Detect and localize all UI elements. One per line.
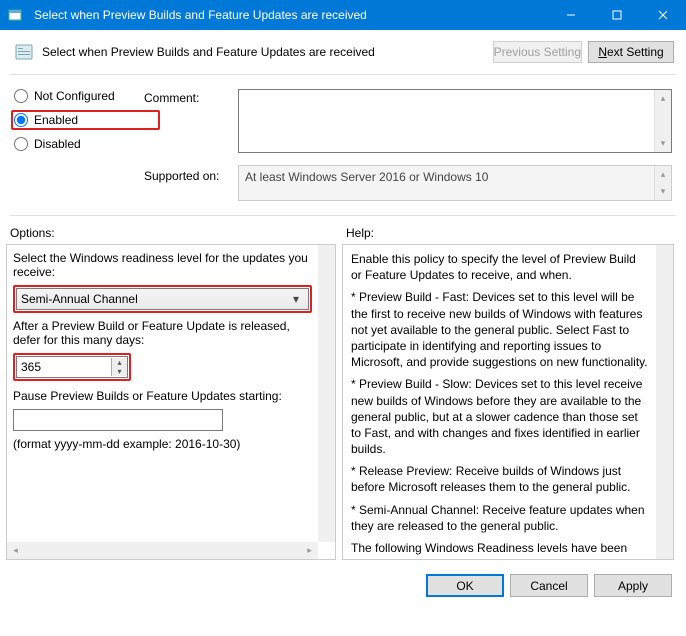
- maximize-button[interactable]: [594, 0, 640, 30]
- radio-disabled-label: Disabled: [34, 137, 81, 151]
- spinner-arrows[interactable]: ▴▾: [111, 358, 127, 376]
- options-panel: Select the Windows readiness level for t…: [6, 244, 336, 560]
- comment-textarea[interactable]: ▴ ▾: [238, 89, 672, 153]
- chevron-down-icon[interactable]: ▾: [112, 367, 127, 376]
- chevron-down-icon: ▾: [288, 292, 304, 306]
- comment-scrollbar[interactable]: ▴ ▾: [654, 90, 671, 152]
- comment-label: Comment:: [144, 83, 234, 153]
- footer: OK Cancel Apply: [0, 564, 686, 607]
- header-title: Select when Preview Builds and Feature U…: [42, 45, 487, 59]
- pause-prompt: Pause Preview Builds or Feature Updates …: [13, 389, 312, 403]
- help-p6: The following Windows Readiness levels h…: [351, 540, 648, 559]
- app-icon: [0, 7, 30, 23]
- help-text: Enable this policy to specify the level …: [343, 245, 656, 559]
- supported-scrollbar: ▴ ▾: [654, 166, 671, 200]
- chevron-right-icon[interactable]: ▸: [301, 542, 318, 559]
- policy-icon: [12, 40, 36, 64]
- help-p4: * Release Preview: Receive builds of Win…: [351, 463, 648, 495]
- options-hscrollbar[interactable]: ◂ ▸: [7, 542, 318, 559]
- cancel-button[interactable]: Cancel: [510, 574, 588, 597]
- help-label: Help:: [342, 224, 674, 244]
- help-panel: Enable this policy to specify the level …: [342, 244, 674, 560]
- radio-disabled-input[interactable]: [14, 137, 28, 151]
- help-p5: * Semi-Annual Channel: Receive feature u…: [351, 502, 648, 534]
- apply-button[interactable]: Apply: [594, 574, 672, 597]
- options-label: Options:: [6, 224, 336, 244]
- supported-text: At least Windows Server 2016 or Windows …: [245, 170, 488, 184]
- radio-enabled-input[interactable]: [14, 113, 28, 127]
- chevron-left-icon[interactable]: ◂: [7, 542, 24, 559]
- radio-enabled[interactable]: Enabled: [14, 113, 134, 127]
- help-p3: * Preview Build - Slow: Devices set to t…: [351, 376, 648, 457]
- defer-prompt: After a Preview Build or Feature Update …: [13, 319, 312, 347]
- format-hint: (format yyyy-mm-dd example: 2016-10-30): [13, 437, 312, 451]
- next-setting-button[interactable]: Next Setting: [588, 41, 674, 63]
- chevron-down-icon[interactable]: ▾: [655, 135, 671, 152]
- radio-disabled[interactable]: Disabled: [14, 137, 134, 151]
- defer-days-spinner[interactable]: 365 ▴▾: [16, 356, 128, 378]
- ok-button[interactable]: OK: [426, 574, 504, 597]
- help-p2: * Preview Build - Fast: Devices set to t…: [351, 289, 648, 370]
- header-row: Select when Preview Builds and Feature U…: [0, 30, 686, 70]
- supported-label: Supported on:: [144, 157, 234, 201]
- chevron-up-icon: ▴: [655, 166, 671, 183]
- minimize-button[interactable]: [548, 0, 594, 30]
- radio-not-configured-label: Not Configured: [34, 89, 115, 103]
- radio-not-configured-input[interactable]: [14, 89, 28, 103]
- titlebar: Select when Preview Builds and Feature U…: [0, 0, 686, 30]
- supported-on-value: At least Windows Server 2016 or Windows …: [238, 165, 672, 201]
- pause-date-input[interactable]: [13, 409, 223, 431]
- state-radios: Not Configured Enabled Disabled: [14, 83, 134, 201]
- readiness-prompt: Select the Windows readiness level for t…: [13, 251, 312, 279]
- help-vscrollbar[interactable]: [656, 245, 673, 559]
- readiness-dropdown[interactable]: Semi-Annual Channel ▾: [16, 288, 309, 310]
- chevron-up-icon[interactable]: ▴: [655, 90, 671, 107]
- next-mnemonic: N: [598, 45, 607, 59]
- radio-not-configured[interactable]: Not Configured: [14, 89, 134, 103]
- radio-enabled-label: Enabled: [34, 113, 78, 127]
- defer-days-value: 365: [17, 360, 111, 374]
- chevron-down-icon: ▾: [655, 183, 671, 200]
- readiness-selected-value: Semi-Annual Channel: [21, 292, 138, 306]
- chevron-up-icon[interactable]: ▴: [112, 358, 127, 367]
- close-button[interactable]: [640, 0, 686, 30]
- window-title: Select when Preview Builds and Feature U…: [30, 8, 548, 22]
- options-vscrollbar[interactable]: [318, 245, 335, 542]
- previous-setting-button: Previous Setting: [493, 41, 582, 63]
- help-p1: Enable this policy to specify the level …: [351, 251, 648, 283]
